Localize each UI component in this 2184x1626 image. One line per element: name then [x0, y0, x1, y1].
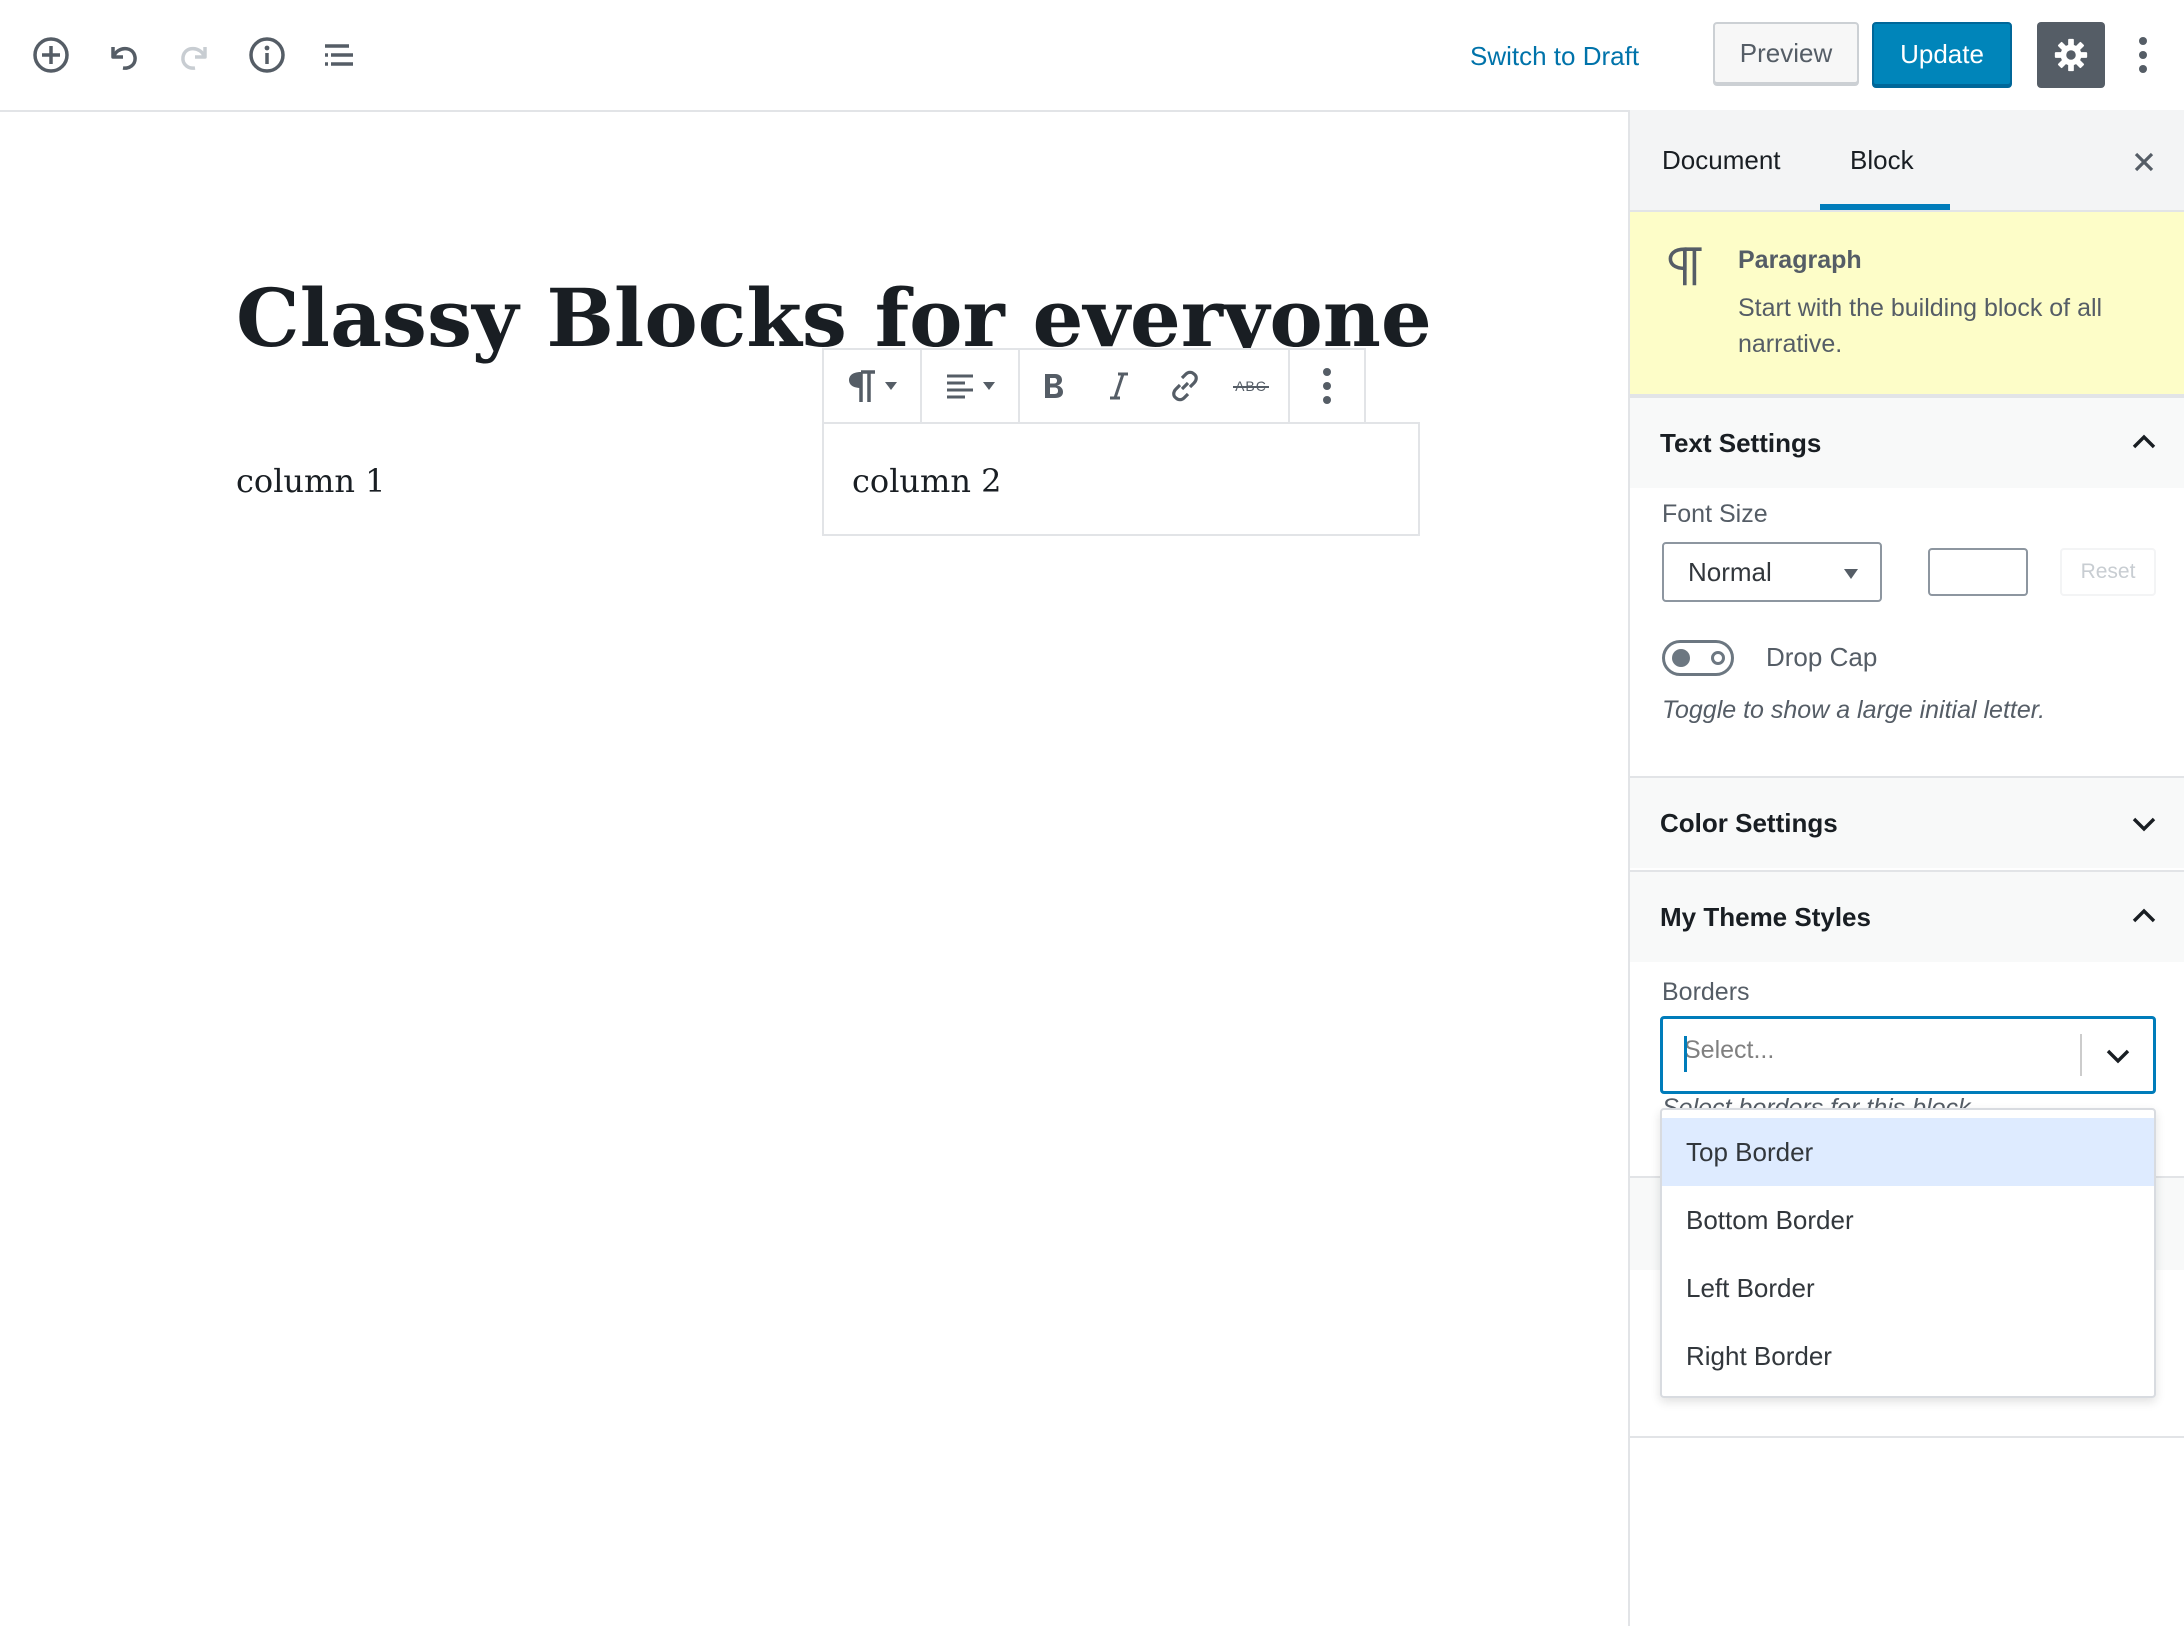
settings-button[interactable] — [2037, 22, 2105, 88]
font-size-value: Normal — [1688, 556, 1772, 587]
preview-button[interactable]: Preview — [1713, 22, 1859, 84]
chevron-up-icon — [2126, 898, 2162, 934]
borders-label: Borders — [1662, 978, 1750, 1006]
close-icon — [2132, 150, 2156, 174]
gear-icon — [2052, 36, 2090, 74]
color-settings-panel-toggle[interactable]: Color Settings — [1630, 776, 2184, 868]
update-button[interactable]: Update — [1872, 22, 2012, 86]
strikethrough-button[interactable]: ABC — [1218, 350, 1284, 422]
column-1-paragraph[interactable]: column 1 — [236, 452, 386, 510]
undo-icon[interactable] — [96, 28, 150, 82]
text-settings-panel-toggle[interactable]: Text Settings — [1630, 396, 2184, 488]
more-menu-button[interactable] — [2128, 26, 2158, 84]
block-more-options-button[interactable] — [1290, 350, 1364, 422]
vertical-ellipsis-icon — [2137, 35, 2149, 75]
borders-placeholder: Select... — [1684, 1036, 1775, 1064]
caret-down-icon — [1844, 569, 1858, 579]
block-type-switcher[interactable] — [824, 350, 920, 422]
paragraph-icon — [1668, 244, 1704, 288]
toggle-off-indicator-icon — [1711, 651, 1725, 665]
theme-styles-panel-toggle[interactable]: My Theme Styles — [1630, 870, 2184, 962]
chevron-down-icon[interactable] — [2100, 1038, 2136, 1074]
block-type-group — [824, 350, 922, 422]
color-settings-title: Color Settings — [1660, 807, 1838, 838]
option-left-border[interactable]: Left Border — [1662, 1254, 2154, 1322]
option-bottom-border[interactable]: Bottom Border — [1662, 1186, 2154, 1254]
align-button[interactable] — [922, 350, 1018, 422]
close-sidebar-button[interactable] — [2126, 144, 2162, 180]
more-options-group — [1290, 350, 1364, 422]
plus-circle-icon[interactable] — [24, 28, 78, 82]
custom-font-size-input[interactable] — [1928, 548, 2028, 596]
strikethrough-icon: ABC — [1233, 378, 1269, 394]
text-cursor — [1684, 1036, 1687, 1072]
block-card-description: Start with the building block of all nar… — [1738, 294, 2103, 358]
column-2-paragraph[interactable]: column 2 — [852, 452, 1002, 510]
info-icon[interactable] — [240, 28, 294, 82]
link-button[interactable] — [1152, 350, 1218, 422]
more-options-icon — [1321, 366, 1333, 406]
chevron-down-icon — [2126, 806, 2162, 842]
italic-icon — [1106, 371, 1132, 401]
switch-to-draft-button[interactable]: Switch to Draft — [1470, 30, 1639, 82]
bold-icon — [1040, 371, 1066, 401]
option-top-border[interactable]: Top Border — [1662, 1118, 2154, 1186]
panel-divider — [1630, 1436, 2184, 1438]
tab-block[interactable]: Block — [1850, 110, 1914, 210]
bold-button[interactable] — [1020, 350, 1086, 422]
align-left-icon — [945, 371, 975, 401]
select-indicator-separator — [2080, 1034, 2082, 1076]
chevron-up-icon — [2126, 424, 2162, 460]
block-card-title: Paragraph — [1738, 246, 1862, 274]
font-size-label: Font Size — [1662, 500, 1768, 528]
theme-styles-title: My Theme Styles — [1660, 901, 1871, 932]
italic-button[interactable] — [1086, 350, 1152, 422]
font-size-select[interactable]: Normal — [1662, 542, 1882, 602]
formatting-group: ABC — [1020, 350, 1290, 422]
paragraph-icon — [847, 368, 877, 404]
drop-cap-help-text: Toggle to show a large initial letter. — [1662, 696, 2046, 724]
redo-icon[interactable] — [168, 28, 222, 82]
block-toolbar: ABC — [822, 348, 1366, 424]
toggle-knob — [1672, 649, 1690, 667]
link-icon — [1168, 369, 1202, 403]
text-settings-title: Text Settings — [1660, 427, 1822, 458]
list-outline-icon[interactable] — [312, 28, 366, 82]
tab-document[interactable]: Document — [1662, 110, 1781, 210]
alignment-group — [922, 350, 1020, 422]
option-right-border[interactable]: Right Border — [1662, 1322, 2154, 1390]
drop-cap-label: Drop Cap — [1766, 642, 1878, 672]
active-tab-indicator — [1820, 204, 1950, 210]
reset-font-size-button[interactable]: Reset — [2060, 548, 2156, 596]
